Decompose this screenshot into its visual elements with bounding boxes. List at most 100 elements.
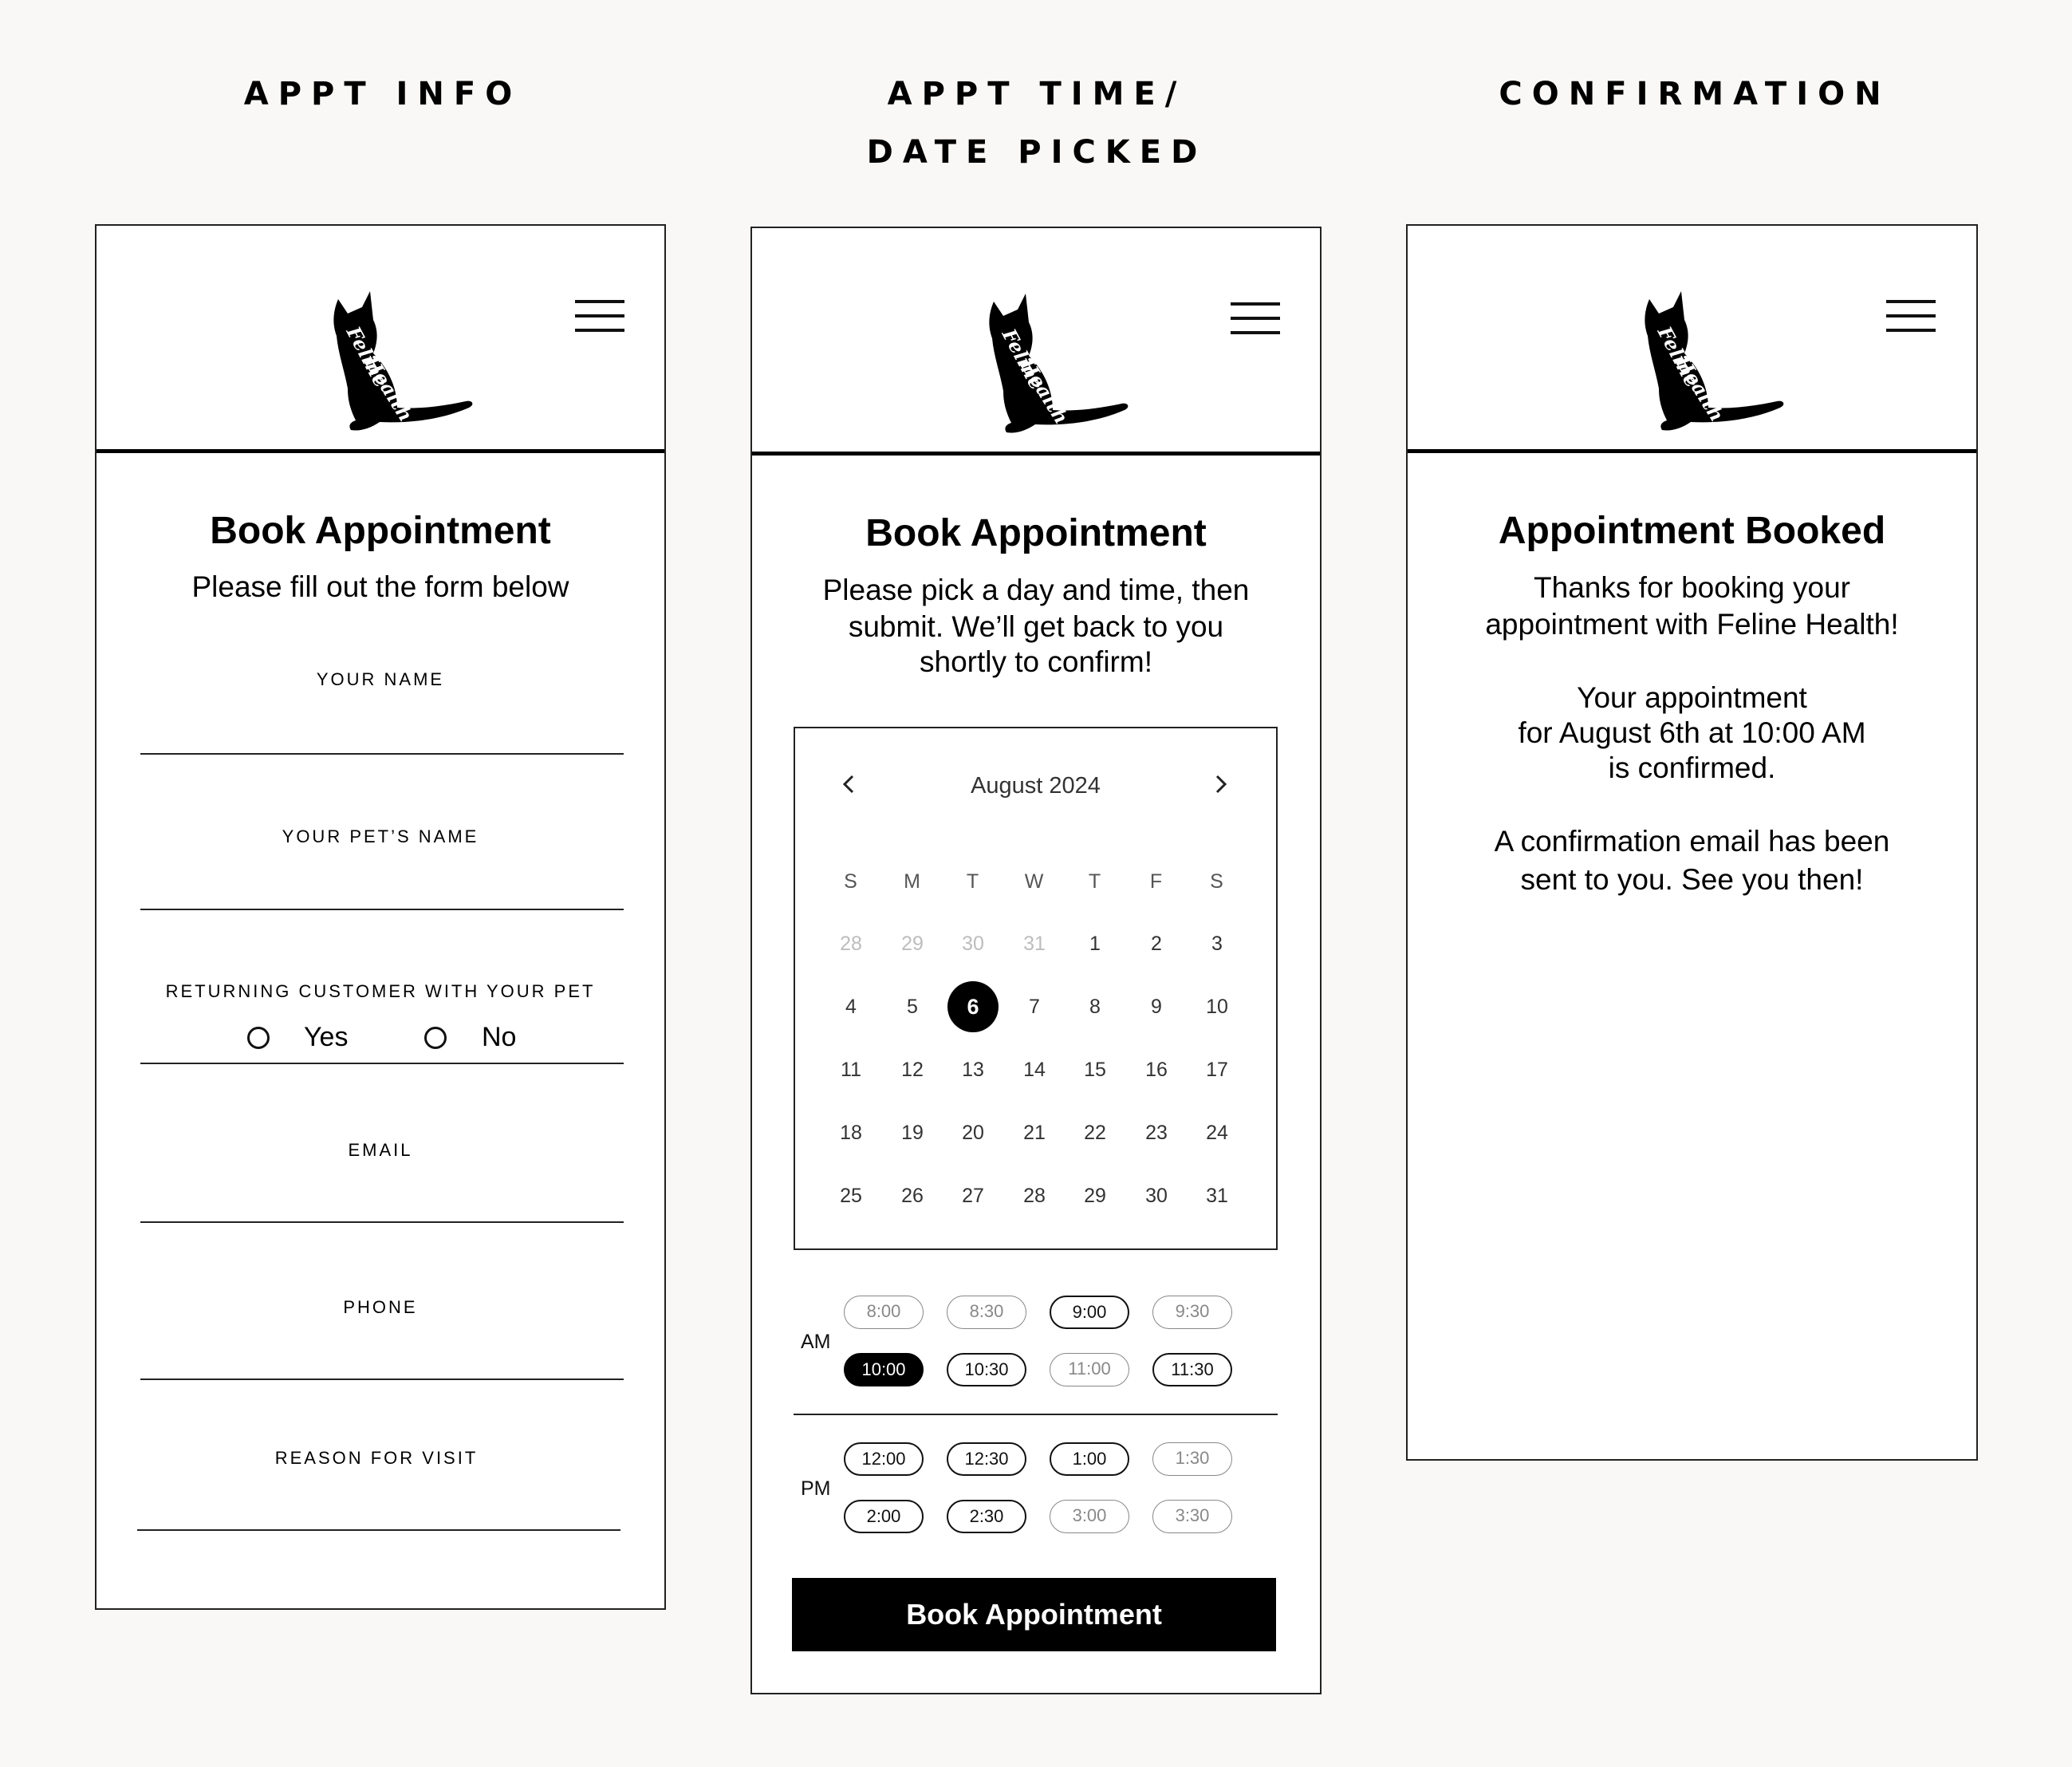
column-title-appt-time-line2: DATE PICKED — [866, 134, 1207, 171]
calendar-day[interactable]: 25 — [825, 1170, 876, 1221]
calendar-day[interactable]: 10 — [1192, 981, 1243, 1032]
weekday-label: T — [966, 870, 980, 893]
calendar-day[interactable]: 18 — [825, 1107, 876, 1158]
phone-field-label: PHONE — [343, 1297, 418, 1317]
reason-field-label: REASON FOR VISIT — [274, 1448, 479, 1468]
time-slot[interactable]: 12:30 — [947, 1442, 1026, 1476]
reason-input[interactable] — [137, 1483, 624, 1517]
confirmation-thanks-line1: Thanks for booking your — [1534, 571, 1850, 604]
calendar-day[interactable]: 9 — [1131, 981, 1182, 1032]
page-title: Book Appointment — [210, 510, 551, 552]
weekday-label: S — [844, 870, 858, 893]
time-slot[interactable]: 1:30 — [1152, 1442, 1232, 1476]
column-title-appt-time-line1: APPT TIME/ — [887, 76, 1187, 112]
cat-silhouette-icon[interactable]: Feline Health — [324, 291, 483, 435]
reason-underline — [137, 1529, 620, 1531]
calendar-day[interactable]: 19 — [887, 1107, 938, 1158]
calendar-day[interactable]: 16 — [1131, 1044, 1182, 1095]
radio-yes[interactable] — [247, 1027, 270, 1049]
column-title-appt-info: APPT INFO — [243, 76, 522, 112]
calendar-day[interactable]: 29 — [1069, 1170, 1121, 1221]
calendar-day[interactable]: 1 — [1069, 918, 1121, 969]
time-slot[interactable]: 8:30 — [947, 1296, 1026, 1329]
calendar-day[interactable]: 20 — [947, 1107, 999, 1158]
calendar-day[interactable]: 2 — [1131, 918, 1182, 969]
calendar-day[interactable]: 26 — [887, 1170, 938, 1221]
hamburger-menu-icon[interactable] — [1231, 302, 1280, 334]
book-appointment-button[interactable]: Book Appointment — [792, 1578, 1276, 1651]
calendar-day[interactable]: 11 — [825, 1044, 876, 1095]
chevron-right-icon[interactable] — [1204, 768, 1236, 800]
returning-customer-label: RETURNING CUSTOMER WITH YOUR PET — [165, 981, 596, 1001]
calendar-day[interactable]: 30 — [1131, 1170, 1182, 1221]
calendar-day[interactable]: 12 — [887, 1044, 938, 1095]
email-input[interactable] — [140, 1175, 627, 1209]
calendar-day[interactable]: 4 — [825, 981, 876, 1032]
calendar-day[interactable]: 13 — [947, 1044, 999, 1095]
confirmation-title: Appointment Booked — [1498, 510, 1886, 552]
calendar-day[interactable]: 29 — [887, 918, 938, 969]
am-label: AM — [801, 1331, 831, 1353]
time-slot-selected[interactable]: 10:00 — [844, 1353, 924, 1386]
time-slot[interactable]: 9:00 — [1050, 1296, 1129, 1329]
phone-underline — [140, 1378, 624, 1380]
page-subtitle-line1: Please pick a day and time, then — [822, 574, 1250, 606]
time-slot[interactable]: 12:00 — [844, 1442, 924, 1476]
weekday-label: W — [1024, 870, 1045, 893]
time-slot[interactable]: 3:30 — [1152, 1500, 1232, 1533]
time-slot[interactable]: 8:00 — [844, 1296, 924, 1329]
weekday-label: F — [1149, 870, 1164, 893]
app-header: Feline Health — [1408, 226, 1976, 453]
calendar-day[interactable]: 23 — [1131, 1107, 1182, 1158]
calendar-day[interactable]: 22 — [1069, 1107, 1121, 1158]
time-slot[interactable]: 11:00 — [1050, 1353, 1129, 1386]
radio-yes-label: Yes — [304, 1022, 349, 1052]
calendar-day[interactable]: 27 — [947, 1170, 999, 1221]
calendar-day[interactable]: 30 — [947, 918, 999, 969]
calendar-day[interactable]: 17 — [1192, 1044, 1243, 1095]
schedule-panel: Feline Health Book Appointment Please pi… — [750, 227, 1322, 1694]
hamburger-menu-icon[interactable] — [1886, 300, 1936, 332]
calendar-day[interactable]: 31 — [1192, 1170, 1243, 1221]
time-slot[interactable]: 9:30 — [1152, 1296, 1232, 1329]
pet-name-input[interactable] — [140, 861, 627, 894]
radio-no[interactable] — [424, 1027, 447, 1049]
page-subtitle-line2: submit. We’ll get back to you — [848, 610, 1224, 643]
time-slot[interactable]: 2:30 — [947, 1500, 1026, 1533]
name-underline — [140, 753, 624, 755]
calendar-day[interactable]: 24 — [1192, 1107, 1243, 1158]
time-slot[interactable]: 3:00 — [1050, 1500, 1129, 1533]
phone-input[interactable] — [140, 1331, 627, 1365]
am-pm-divider — [794, 1414, 1278, 1415]
calendar-day[interactable]: 15 — [1069, 1044, 1121, 1095]
name-input[interactable] — [140, 704, 627, 738]
pet-name-field-label: YOUR PET’S NAME — [282, 826, 479, 846]
cat-silhouette-icon[interactable]: Feline Health — [1635, 291, 1794, 435]
time-slot[interactable]: 10:30 — [947, 1353, 1026, 1386]
page-title: Book Appointment — [865, 512, 1207, 554]
time-slot[interactable]: 2:00 — [844, 1500, 924, 1533]
time-slot[interactable]: 1:00 — [1050, 1442, 1129, 1476]
calendar-day[interactable]: 5 — [887, 981, 938, 1032]
calendar-day[interactable]: 14 — [1009, 1044, 1060, 1095]
confirmation-detail-line1: Your appointment — [1577, 681, 1807, 714]
hamburger-menu-icon[interactable] — [575, 300, 624, 332]
calendar-day[interactable]: 31 — [1009, 918, 1060, 969]
page-subtitle-line3: shortly to confirm! — [920, 645, 1152, 678]
calendar-day[interactable]: 3 — [1192, 918, 1243, 969]
radio-no-label: No — [482, 1022, 517, 1052]
calendar-day-selected[interactable]: 6 — [947, 981, 999, 1032]
form-panel: Feline Health Book Appointment Please fi… — [95, 224, 666, 1610]
calendar-day[interactable]: 28 — [1009, 1170, 1060, 1221]
returning-underline — [140, 1063, 624, 1064]
cat-silhouette-icon[interactable]: Feline Health — [979, 294, 1139, 437]
confirmation-detail-line3: is confirmed. — [1608, 751, 1776, 784]
calendar-day[interactable]: 7 — [1009, 981, 1060, 1032]
calendar-day[interactable]: 28 — [825, 918, 876, 969]
name-field-label: YOUR NAME — [316, 669, 445, 689]
time-slot[interactable]: 11:30 — [1152, 1353, 1232, 1386]
calendar-day[interactable]: 8 — [1069, 981, 1121, 1032]
column-title-confirmation: CONFIRMATION — [1499, 76, 1891, 112]
calendar-day[interactable]: 21 — [1009, 1107, 1060, 1158]
email-underline — [140, 1221, 624, 1223]
